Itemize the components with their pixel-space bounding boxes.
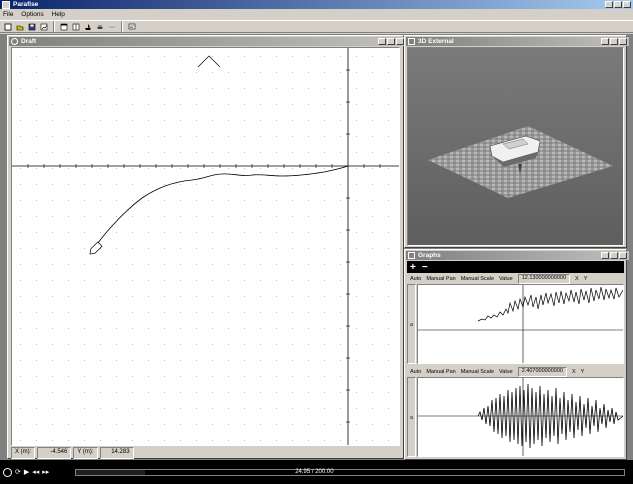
draft-canvas[interactable] xyxy=(11,47,400,446)
menu-bar: File Options Help xyxy=(0,10,633,20)
toolbar xyxy=(0,20,633,33)
graph-1-svg xyxy=(418,285,623,363)
graph-1-side-tab[interactable]: a xyxy=(407,284,416,364)
manual-scale-button[interactable]: Manual Scale xyxy=(461,276,494,282)
graphs-minimize-button[interactable]: _ xyxy=(601,252,609,259)
auto-button[interactable]: Auto xyxy=(410,369,421,375)
external-3d-scene xyxy=(408,48,623,245)
value-label: Value xyxy=(499,276,513,282)
record-icon[interactable] xyxy=(3,467,12,477)
external-title-bar: 3D External _ □ × xyxy=(406,37,629,46)
value-field: 12.130000000000 xyxy=(517,274,571,284)
x-toggle[interactable]: X xyxy=(575,276,579,282)
new-file-icon[interactable] xyxy=(2,21,14,32)
x-coord-label: X (m): xyxy=(11,446,36,459)
x-coord-value: -4.546 xyxy=(37,446,72,459)
graphs-toolbar: + − xyxy=(407,261,624,273)
draft-window: Draft _ □ × X (m): -4.546 Y (m): 14.283 xyxy=(7,35,406,459)
value-label: Value xyxy=(499,369,513,375)
draft-plot xyxy=(12,48,399,445)
menu-file[interactable]: File xyxy=(3,11,13,18)
playback-bar: ⟳ ▶ ◂◂ ▸▸ 24.95 / 200.00 xyxy=(0,460,633,484)
maximize-button[interactable]: □ xyxy=(614,1,622,8)
graph-2-side-tab[interactable]: a xyxy=(407,377,416,457)
draft-window-icon xyxy=(11,38,18,45)
graph-1-series xyxy=(477,286,623,322)
auto-button[interactable]: Auto xyxy=(410,276,421,282)
graph-panel-2: Auto Manual Pan Manual Scale Value 2.407… xyxy=(407,367,624,459)
graphs-window: Graphs _ □ × + − Auto Manual Pan Manual … xyxy=(404,249,629,460)
manual-pan-button[interactable]: Manual Pan xyxy=(426,276,455,282)
message-icon[interactable] xyxy=(126,21,138,32)
external-maximize-button[interactable]: □ xyxy=(610,38,618,45)
disabled-icon xyxy=(106,21,118,32)
y-coord-label: Y (m): xyxy=(73,446,98,459)
graph-2-plot[interactable] xyxy=(417,377,624,457)
remove-graph-button[interactable]: − xyxy=(422,262,428,273)
minimize-button[interactable]: _ xyxy=(605,1,613,8)
draft-title-bar: Draft _ □ × xyxy=(9,37,406,46)
menu-options[interactable]: Options xyxy=(21,11,43,18)
external-close-button[interactable]: × xyxy=(619,38,627,45)
external-minimize-button[interactable]: _ xyxy=(601,38,609,45)
graph-2-controls: Auto Manual Pan Manual Scale Value 2.407… xyxy=(407,367,624,377)
manual-scale-button[interactable]: Manual Scale xyxy=(461,369,494,375)
rewind-icon[interactable]: ◂◂ xyxy=(32,468,39,476)
toolbar-separator xyxy=(121,21,123,32)
y-toggle[interactable]: Y xyxy=(584,276,588,282)
boat-3d-icon[interactable] xyxy=(94,21,106,32)
close-button[interactable]: × xyxy=(623,1,631,8)
fast-forward-icon[interactable]: ▸▸ xyxy=(42,468,49,476)
draft-maximize-button[interactable]: □ xyxy=(387,38,395,45)
timeline-progress xyxy=(76,470,145,475)
external-title: 3D External xyxy=(418,38,454,45)
window-split-icon[interactable] xyxy=(70,21,82,32)
graph-panel-1: Auto Manual Pan Manual Scale Value 12.13… xyxy=(407,274,624,366)
chart-icon[interactable] xyxy=(38,21,50,32)
playback-timeline[interactable]: 24.95 / 200.00 xyxy=(75,469,625,476)
window-icon[interactable] xyxy=(58,21,70,32)
graph-1-plot[interactable] xyxy=(417,284,624,364)
draft-minimize-button[interactable]: _ xyxy=(378,38,386,45)
graphs-title-bar: Graphs _ □ × xyxy=(406,251,629,260)
save-icon[interactable] xyxy=(26,21,38,32)
external-3d-view[interactable] xyxy=(407,47,624,246)
draft-status-bar: X (m): -4.546 Y (m): 14.283 xyxy=(11,446,400,459)
graph-2-svg xyxy=(418,378,623,456)
graphs-close-button[interactable]: × xyxy=(619,252,627,259)
app-icon xyxy=(2,0,10,9)
value-field: 2.407000000000 xyxy=(517,367,567,377)
playback-controls: ⟳ ▶ ◂◂ ▸▸ xyxy=(3,466,73,478)
external-window: 3D External _ □ × xyxy=(404,35,629,248)
loop-icon[interactable]: ⟳ xyxy=(15,468,21,476)
boat-view-icon[interactable] xyxy=(82,21,94,32)
manual-pan-button[interactable]: Manual Pan xyxy=(426,369,455,375)
toolbar-separator xyxy=(53,21,55,32)
draft-close-button[interactable]: × xyxy=(396,38,404,45)
play-icon[interactable]: ▶ xyxy=(24,468,29,476)
add-graph-button[interactable]: + xyxy=(410,262,416,273)
graph-icon xyxy=(408,252,415,259)
playback-time: 24.95 / 200.00 xyxy=(295,469,334,475)
grid-dots xyxy=(12,48,399,445)
app-title-bar: Parafise _ □ × xyxy=(0,0,633,9)
y-coord-value: 14.283 xyxy=(99,446,134,459)
y-toggle[interactable]: Y xyxy=(581,369,585,375)
menu-help[interactable]: Help xyxy=(52,11,65,18)
x-toggle[interactable]: X xyxy=(572,369,576,375)
cube-icon xyxy=(408,38,415,45)
open-icon[interactable] xyxy=(14,21,26,32)
app-title: Parafise xyxy=(13,1,39,8)
graphs-maximize-button[interactable]: □ xyxy=(610,252,618,259)
draft-title: Draft xyxy=(21,38,37,45)
graph-1-controls: Auto Manual Pan Manual Scale Value 12.13… xyxy=(407,274,624,284)
graphs-title: Graphs xyxy=(418,252,441,259)
